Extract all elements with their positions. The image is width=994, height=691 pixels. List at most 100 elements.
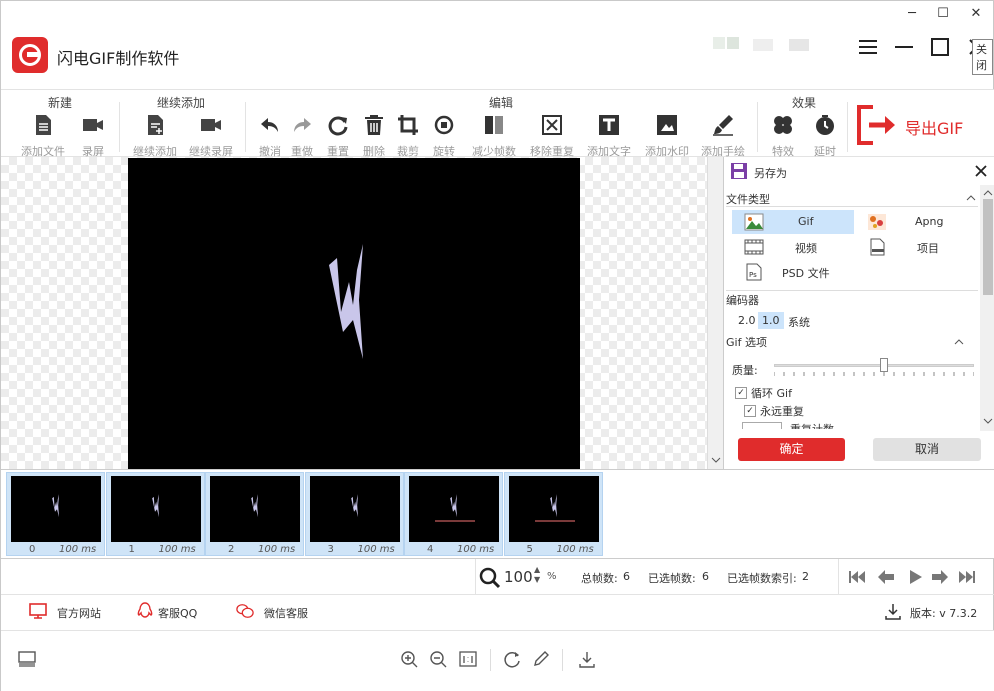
frame-thumbnail-image — [409, 476, 499, 542]
links-bar: 官方网站 客服QQ 微信客服 版本: v 7.3.2 — [1, 595, 994, 631]
record-button[interactable]: 录屏 — [65, 112, 121, 158]
frame-thumbnail-image — [210, 476, 300, 542]
window-minimize-button[interactable]: ─ — [897, 1, 927, 27]
encoder-system[interactable]: 系统 — [784, 312, 814, 332]
add-file-button[interactable]: 添加文件 — [15, 112, 71, 158]
next-frame-icon[interactable] — [931, 569, 949, 585]
download-icon[interactable] — [578, 650, 596, 668]
frame-index: 4 — [427, 544, 434, 555]
delay-button[interactable]: 延时 — [797, 112, 853, 158]
gif-file-icon — [744, 213, 764, 231]
pencil-icon[interactable] — [532, 650, 550, 668]
frame-thumbnail[interactable]: 5 100 ms — [503, 472, 603, 556]
svg-text:Ps: Ps — [749, 271, 757, 279]
window-close-button[interactable]: ✕ — [961, 1, 991, 27]
frame-thumbnail[interactable]: 0 100 ms — [6, 472, 105, 556]
encoder-2-0[interactable]: 2.0 — [734, 312, 760, 329]
ok-button[interactable]: 确定 — [738, 438, 845, 461]
file-type-apng[interactable]: Apng — [855, 210, 977, 234]
first-frame-icon[interactable] — [848, 569, 866, 585]
save-icon — [731, 163, 747, 179]
frame-strip: 0 100 ms 1 100 ms 2 100 ms 3 100 ms 4 100 ms 5 100 … — [1, 469, 994, 559]
zoom-icon[interactable] — [479, 567, 501, 589]
frame-delay: 100 ms — [258, 544, 296, 555]
actual-size-icon[interactable] — [459, 650, 477, 668]
canvas-scrollbar[interactable] — [707, 157, 723, 469]
group-title-effects: 效果 — [792, 96, 817, 110]
text-icon — [599, 115, 619, 135]
frame-thumbnail-image — [110, 476, 201, 542]
add-watermark-button[interactable]: 添加水印 — [639, 112, 695, 158]
group-title-continue: 继续添加 — [157, 96, 206, 110]
official-site-link[interactable]: 官方网站 — [57, 605, 101, 621]
continue-record-button[interactable]: 继续录屏 — [183, 112, 239, 158]
layout-icon[interactable] — [18, 650, 36, 668]
export-gif-button[interactable]: 导出GIF — [855, 104, 975, 146]
panel-close-icon[interactable] — [975, 165, 987, 177]
close-tooltip: 关闭 — [972, 39, 993, 75]
frame-index: 5 — [526, 544, 533, 555]
frame-thumbnail[interactable]: 2 100 ms — [205, 472, 304, 556]
gif-options-section[interactable]: Gif 选项 — [726, 334, 978, 350]
rotate-button[interactable]: 旋转 — [416, 112, 472, 158]
file-type-project[interactable]: 项目 — [855, 235, 977, 259]
remove-duplicates-button[interactable]: 移除重复 — [524, 112, 580, 158]
total-frames-label: 总帧数: — [581, 572, 618, 585]
collapse-icon — [954, 339, 964, 345]
frame-thumbnail-image — [11, 476, 101, 542]
video-camera-icon — [201, 119, 221, 131]
zoom-out-icon[interactable] — [429, 650, 447, 668]
export-gif-label: 导出GIF — [905, 119, 964, 138]
file-type-video[interactable]: 视频 — [732, 235, 854, 259]
play-icon[interactable] — [906, 569, 924, 585]
loop-gif-label: 循环 Gif — [751, 387, 792, 400]
version-label: 版本: v 7.3.2 — [910, 607, 978, 620]
preview-canvas[interactable] — [1, 157, 723, 469]
zoom-unit: % — [547, 571, 557, 582]
app-window: ─ ☐ ✕ 闪电GIF制作软件 关闭 新建 继续添加 编辑 效果 添加文件 录屏 — [0, 0, 994, 691]
cancel-button[interactable]: 取消 — [873, 438, 981, 461]
blurred-username — [713, 37, 813, 55]
add-drawing-button[interactable]: 添加手绘 — [695, 112, 751, 158]
panel-scrollbar[interactable] — [980, 185, 994, 431]
file-type-gif[interactable]: Gif — [732, 210, 854, 234]
frame-delay: 100 ms — [556, 544, 594, 555]
frame-thumbnail[interactable]: 4 100 ms — [404, 472, 503, 556]
encoder-1-0[interactable]: 1.0 — [758, 312, 784, 329]
qq-support-link[interactable]: 客服QQ — [158, 605, 197, 621]
continue-add-button[interactable]: 继续添加 — [127, 112, 183, 158]
zoom-in-icon[interactable] — [400, 650, 418, 668]
menu-icon[interactable] — [858, 37, 878, 57]
status-bar: 100 ▲ ▼ % 总帧数: 6 已选帧数: 6 已选帧数索引: 2 — [1, 559, 994, 595]
frame-thumbnail[interactable]: 1 100 ms — [105, 472, 205, 556]
rotate-icon[interactable] — [503, 650, 521, 668]
timer-icon — [816, 115, 834, 135]
apng-file-icon — [868, 214, 886, 230]
repeat-count-input[interactable] — [742, 422, 782, 429]
previous-frame-icon[interactable] — [877, 569, 895, 585]
frame-thumbnail[interactable]: 3 100 ms — [304, 472, 404, 556]
app-logo — [12, 37, 48, 73]
repeat-forever-checkbox[interactable]: ✓ — [744, 405, 756, 417]
zoom-stepper[interactable]: ▲ ▼ — [534, 565, 540, 585]
save-as-header: 另存为 — [724, 157, 994, 185]
add-text-button[interactable]: 添加文字 — [581, 112, 637, 158]
zoom-value[interactable]: 100 — [504, 568, 533, 586]
last-frame-icon[interactable] — [958, 569, 976, 585]
maximize-icon[interactable] — [930, 37, 950, 57]
app-title: 闪电GIF制作软件 — [57, 49, 180, 68]
loop-gif-checkbox[interactable]: ✓ — [735, 387, 747, 399]
wechat-support-link[interactable]: 微信客服 — [264, 605, 308, 621]
window-maximize-button[interactable]: ☐ — [928, 1, 958, 27]
video-camera-icon — [83, 119, 103, 131]
bottom-toolbar — [1, 631, 994, 691]
quality-slider[interactable] — [774, 358, 974, 378]
frame-index: 0 — [29, 544, 36, 555]
effects-icon — [774, 116, 792, 134]
title-bar: ─ ☐ ✕ — [1, 1, 994, 29]
file-type-section[interactable]: 文件类型 — [726, 191, 978, 207]
frame-thumbnail-image — [309, 476, 400, 542]
reduce-frames-button[interactable]: 减少帧数 — [466, 112, 522, 158]
minimize-icon[interactable] — [894, 37, 914, 57]
file-type-psd[interactable]: Ps PSD 文件 — [732, 260, 854, 284]
